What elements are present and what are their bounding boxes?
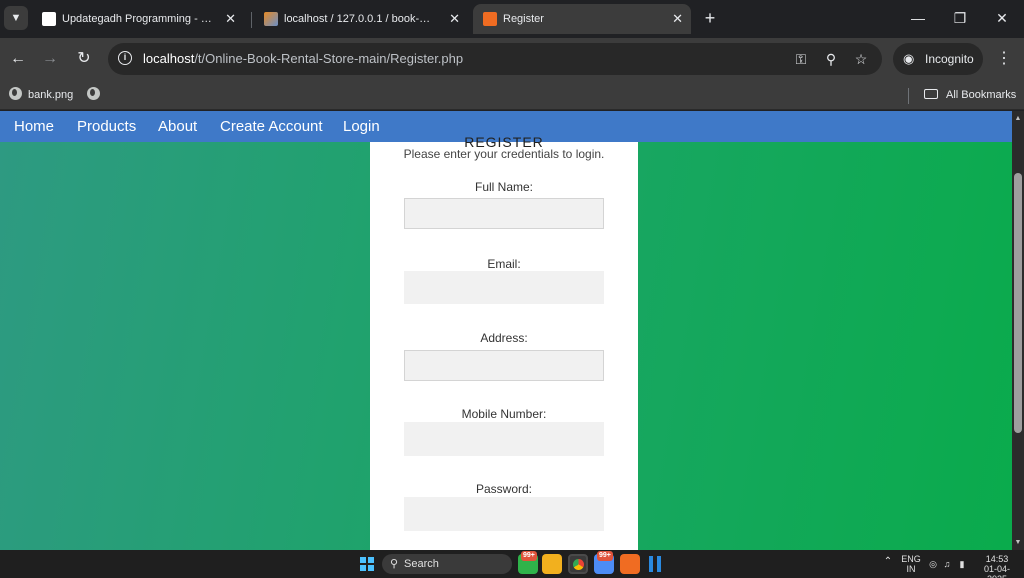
lang-line1: ENG: [901, 554, 921, 564]
tab-title: Register: [503, 13, 544, 25]
close-icon[interactable]: ✕: [225, 4, 236, 34]
all-bookmarks-label: All Bookmarks: [946, 89, 1017, 101]
url-host: localhost: [143, 51, 195, 66]
incognito-label: Incognito: [925, 52, 974, 66]
tab-updategadh[interactable]: Updategadh Programming - Updat ✕: [32, 4, 244, 34]
reload-icon[interactable]: ↻: [72, 47, 96, 71]
tab-phpmyadmin[interactable]: localhost / 127.0.0.1 / book-store / ✕: [254, 4, 468, 34]
minimize-icon[interactable]: —: [904, 6, 932, 30]
incognito-indicator[interactable]: ◉ Incognito: [893, 43, 983, 75]
scroll-up-icon[interactable]: ▲: [1014, 115, 1022, 123]
address-label: Address:: [480, 331, 528, 345]
password-input[interactable]: [404, 497, 604, 531]
notification-badge: 99+: [597, 551, 613, 561]
wifi-icon[interactable]: ◎: [928, 559, 938, 569]
bookmark-globe[interactable]: [87, 84, 106, 106]
volume-icon[interactable]: ♫: [942, 559, 952, 569]
phpmyadmin-favicon-icon: [264, 12, 278, 26]
xampp-favicon-icon: [483, 12, 497, 26]
url-text[interactable]: localhost/t/Online-Book-Rental-Store-mai…: [143, 43, 463, 75]
tab-strip: ▼ Updategadh Programming - Updat ✕ local…: [0, 0, 1024, 38]
folder-icon: [924, 89, 938, 99]
email-input[interactable]: [404, 271, 604, 304]
clock-date: 01-04-2025: [983, 564, 1010, 578]
bookmark-label: bank.png: [28, 89, 74, 101]
full-name-label: Full Name:: [474, 180, 533, 194]
restore-icon[interactable]: ❐: [946, 6, 974, 30]
notification-badge: 99+: [521, 551, 537, 561]
register-form-card: REGISTER Please enter your credentials t…: [370, 134, 638, 550]
vscode-logo-icon: [649, 556, 661, 572]
tab-register[interactable]: Register ✕: [473, 4, 691, 34]
tray-chevron-up-icon[interactable]: ⌃: [882, 557, 894, 567]
forward-arrow-icon[interactable]: →: [38, 47, 62, 71]
tab-separator: [251, 12, 252, 28]
window-close-icon[interactable]: ✕: [988, 6, 1016, 30]
menu-dots-icon[interactable]: ⋮: [994, 47, 1014, 71]
nav-about[interactable]: About: [158, 111, 197, 142]
chrome-logo-icon: [573, 559, 584, 570]
zoom-icon[interactable]: ⚲: [822, 50, 840, 68]
bookmark-star-icon[interactable]: ☆: [852, 50, 870, 68]
nav-products[interactable]: Products: [77, 111, 136, 142]
bookmark-bank-png[interactable]: bank.png: [9, 84, 73, 106]
all-bookmarks-button[interactable]: All Bookmarks: [924, 84, 1016, 106]
clock[interactable]: 14:53 01-04-2025: [974, 554, 1020, 578]
key-icon[interactable]: ⚿: [792, 50, 810, 68]
language-indicator[interactable]: ENG IN: [900, 554, 922, 574]
form-subtitle: Please enter your credentials to login.: [403, 147, 605, 161]
xampp-app-icon[interactable]: [620, 554, 640, 574]
site-info-icon[interactable]: i: [118, 51, 132, 65]
globe-icon: [9, 87, 22, 100]
full-name-input[interactable]: [404, 198, 604, 229]
chrome-app-icon[interactable]: [568, 554, 588, 574]
address-bar[interactable]: i localhost/t/Online-Book-Rental-Store-m…: [108, 43, 882, 75]
close-icon[interactable]: ✕: [449, 4, 460, 34]
nav-home[interactable]: Home: [14, 111, 54, 142]
password-label: Password:: [475, 482, 533, 496]
search-icon: ⚲: [390, 558, 399, 570]
file-explorer-icon[interactable]: [542, 554, 562, 574]
nav-create-account[interactable]: Create Account: [220, 111, 323, 142]
page-scrollbar[interactable]: ▲ ▼: [1012, 111, 1024, 550]
taskbar-search-label: Search: [404, 558, 439, 570]
incognito-icon: ◉: [903, 51, 915, 66]
scroll-thumb[interactable]: [1014, 173, 1022, 433]
updategadh-favicon-icon: [42, 12, 56, 26]
mobile-number-label: Mobile Number:: [461, 407, 547, 421]
url-path: /t/Online-Book-Rental-Store-main/Registe…: [194, 51, 464, 66]
tab-search-button[interactable]: ▼: [4, 6, 28, 30]
tab-title: localhost / 127.0.0.1 / book-store /: [284, 13, 434, 25]
back-arrow-icon[interactable]: ←: [6, 47, 30, 71]
globe-icon: [87, 87, 100, 100]
battery-icon[interactable]: ▮: [956, 559, 968, 569]
vscode-app-icon[interactable]: [645, 554, 665, 574]
clock-time: 14:53: [985, 554, 1009, 564]
browser-toolbar: ← → ↻ i localhost/t/Online-Book-Rental-S…: [0, 38, 1024, 80]
windows-start-icon[interactable]: [360, 557, 374, 571]
close-icon[interactable]: ✕: [672, 4, 683, 34]
scroll-down-icon[interactable]: ▼: [1014, 539, 1022, 547]
email-label: Email:: [487, 257, 521, 271]
mobile-number-input[interactable]: [404, 422, 604, 456]
lang-line2: IN: [906, 564, 916, 574]
chevron-down-icon: ▼: [10, 12, 22, 24]
taskbar-search[interactable]: ⚲ Search: [382, 554, 512, 574]
page-viewport: Home Products About Create Account Login…: [0, 111, 1012, 550]
tab-title: Updategadh Programming - Updat: [62, 13, 212, 25]
address-input[interactable]: [404, 350, 604, 381]
bookmarks-separator: [908, 88, 909, 104]
bookmarks-bar: bank.png All Bookmarks: [0, 80, 1024, 110]
windows-taskbar: ⚲ Search 99+ 99+ ⌃ ENG IN ◎ ♫ ▮ 14:53 01…: [0, 550, 1024, 578]
new-tab-plus-icon[interactable]: +: [700, 6, 720, 30]
